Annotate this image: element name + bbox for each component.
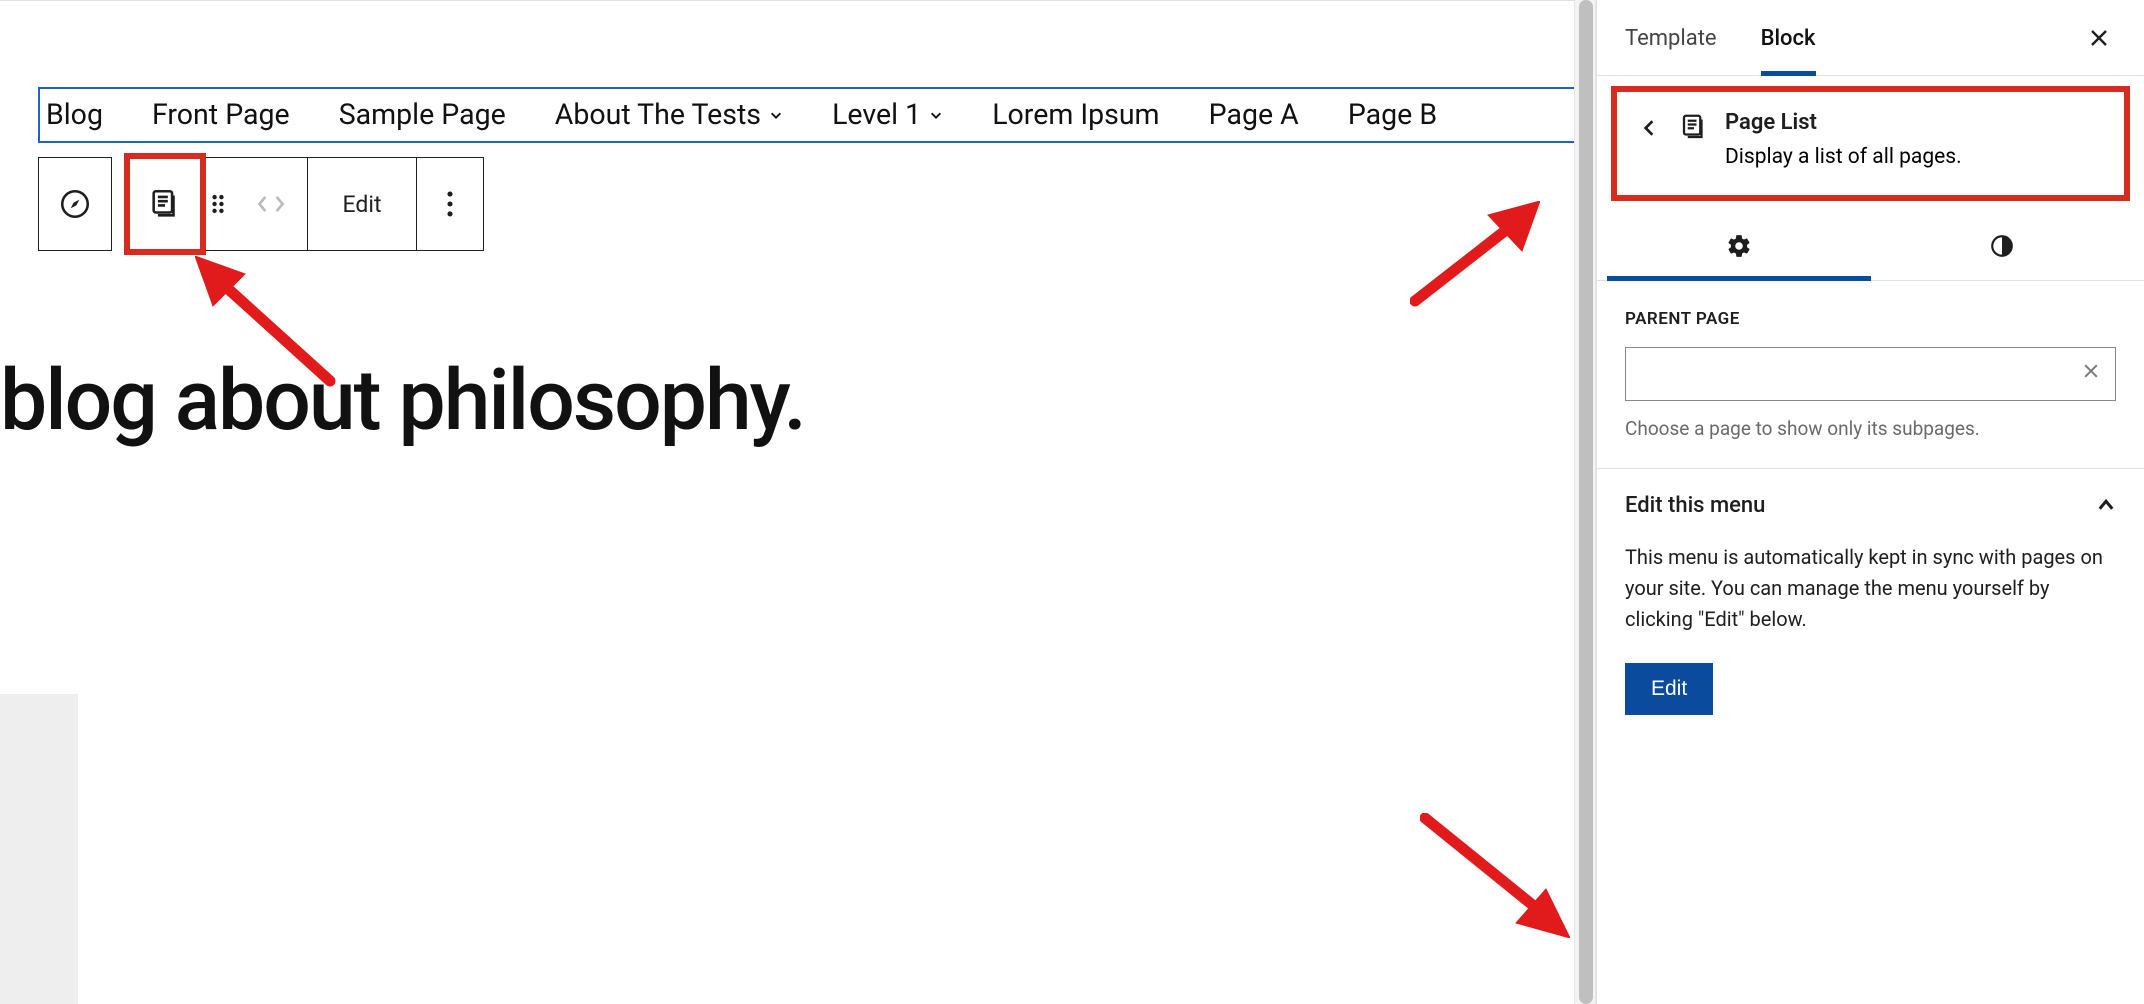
styles-contrast-icon (1989, 233, 2015, 259)
nav-item[interactable]: Lorem Ipsum (992, 97, 1159, 133)
editor-canvas: Blog Front Page Sample Page About The Te… (0, 0, 1574, 1004)
block-card-description: Display a list of all pages. (1725, 145, 1962, 169)
block-mover[interactable] (235, 158, 307, 250)
chevron-left-icon (257, 194, 269, 214)
subtab-settings[interactable] (1607, 212, 1871, 281)
block-back-button[interactable] (1635, 114, 1663, 142)
page-list-icon (1679, 112, 1709, 142)
chevron-left-icon (1640, 119, 1658, 137)
navigation-parent-button[interactable] (39, 158, 111, 250)
close-icon (2081, 361, 2101, 381)
adjacent-block (0, 694, 78, 1004)
tab-template[interactable]: Template (1625, 1, 1717, 76)
subtab-styles[interactable] (1871, 212, 2135, 281)
edit-menu-button[interactable]: Edit (1625, 663, 1713, 715)
chevron-down-icon (769, 108, 783, 122)
nav-item[interactable]: Sample Page (339, 97, 506, 133)
edit-menu-toggle[interactable]: Edit this menu (1625, 493, 2116, 518)
more-vertical-icon (433, 187, 467, 221)
parent-page-label: PARENT PAGE (1625, 309, 2116, 329)
nav-item-label: Page A (1209, 97, 1299, 133)
nav-item-label: About The Tests (555, 97, 761, 133)
nav-item[interactable]: Page B (1348, 97, 1437, 133)
edit-button[interactable]: Edit (308, 158, 416, 250)
edit-menu-description: This menu is automatically kept in sync … (1625, 542, 2116, 635)
block-toolbar: Edit (38, 157, 484, 251)
edit-menu-title: Edit this menu (1625, 493, 1765, 518)
parent-page-help: Choose a page to show only its subpages. (1625, 415, 2116, 444)
scrollbar-track[interactable] (1574, 0, 1596, 1004)
block-card: Page List Display a list of all pages. (1611, 86, 2130, 201)
more-options-button[interactable] (417, 158, 483, 250)
page-heading[interactable]: blog about philosophy. (0, 351, 805, 450)
nav-item-label: Lorem Ipsum (992, 97, 1159, 133)
nav-item[interactable]: About The Tests (555, 97, 783, 133)
inspector-subtabs (1597, 211, 2144, 281)
close-icon (2087, 26, 2111, 50)
drag-handle[interactable] (201, 158, 235, 250)
clear-input-button[interactable] (2081, 361, 2101, 387)
compass-icon (58, 187, 92, 221)
drag-icon (211, 193, 225, 215)
parent-page-panel: PARENT PAGE Choose a page to show only i… (1597, 281, 2144, 469)
page-list-block-button[interactable] (129, 158, 201, 250)
annotation-arrow (1410, 201, 1540, 311)
nav-item[interactable]: Page A (1209, 97, 1299, 133)
edit-menu-panel: Edit this menu This menu is automaticall… (1597, 469, 2144, 749)
gear-icon (1726, 233, 1752, 259)
annotation-arrow (195, 256, 345, 396)
tab-block[interactable]: Block (1761, 1, 1816, 76)
nav-item-label: Level 1 (832, 97, 921, 133)
chevron-down-icon (929, 108, 943, 122)
nav-item[interactable]: Level 1 (832, 97, 943, 133)
nav-item-label: Blog (46, 97, 103, 133)
page-list-block[interactable]: Blog Front Page Sample Page About The Te… (38, 87, 1574, 143)
settings-sidebar: Template Block Page List Display a list … (1596, 0, 2144, 1004)
annotation-arrow (1420, 813, 1570, 938)
close-sidebar-button[interactable] (2082, 21, 2116, 55)
nav-item[interactable]: Front Page (152, 97, 290, 133)
page-list-icon (148, 187, 182, 221)
parent-page-combobox[interactable] (1625, 347, 2116, 401)
scrollbar-thumb[interactable] (1579, 0, 1593, 1004)
sidebar-tabs: Template Block (1597, 0, 2144, 76)
nav-item-label: Front Page (152, 97, 290, 133)
chevron-up-icon (2096, 495, 2116, 515)
nav-item[interactable]: Blog (46, 97, 103, 133)
nav-item-label: Page B (1348, 97, 1437, 133)
block-card-title: Page List (1725, 110, 1962, 135)
chevron-right-icon (273, 194, 285, 214)
nav-item-label: Sample Page (339, 97, 506, 133)
edit-button-label: Edit (343, 191, 382, 218)
